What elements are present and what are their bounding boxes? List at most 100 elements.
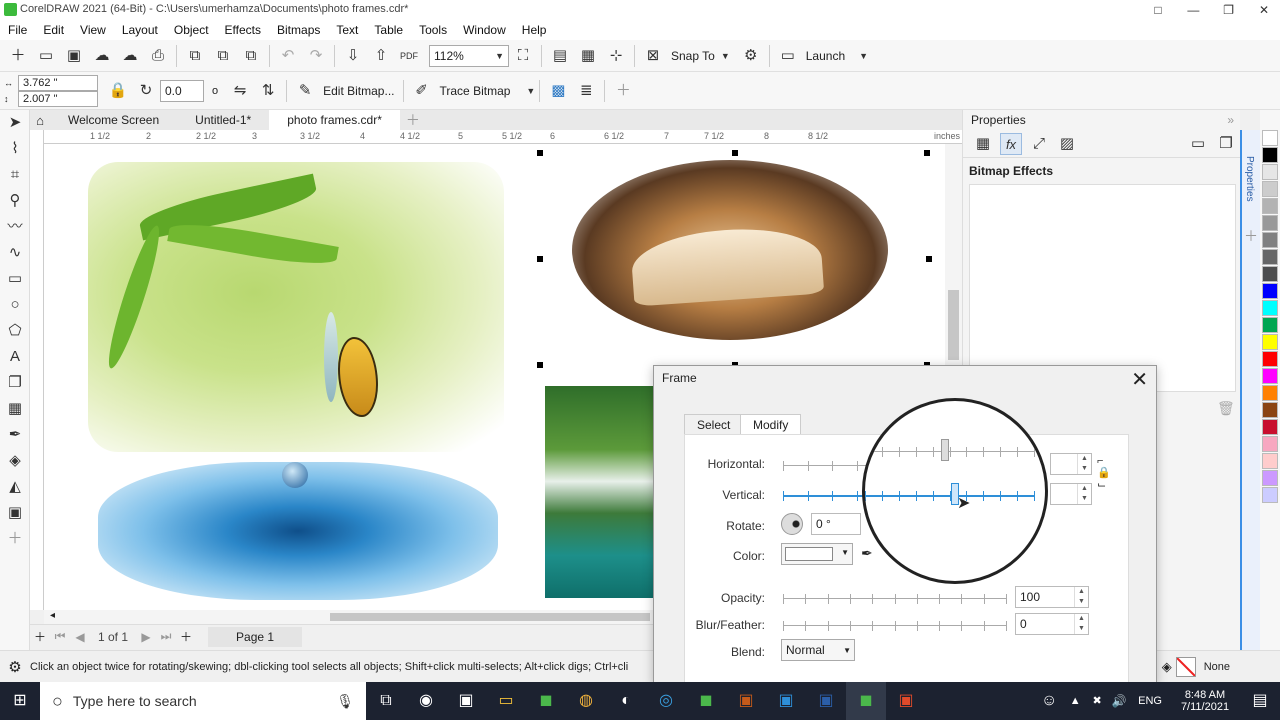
chevron-down-icon[interactable]: ▼ <box>859 51 868 61</box>
palette-swatch[interactable] <box>1262 266 1278 282</box>
properties-side-tab[interactable]: Properties <box>1244 156 1255 202</box>
tab-select[interactable]: Select <box>684 414 744 434</box>
menu-table[interactable]: Table <box>366 20 411 40</box>
maximize-button[interactable]: ❐ <box>1213 0 1245 20</box>
palette-swatch[interactable] <box>1262 181 1278 197</box>
add-page-before-icon[interactable]: ＋ <box>30 628 50 645</box>
add-page-after-icon[interactable]: ＋ <box>176 628 196 645</box>
corel-app-icon[interactable]: ◼ <box>526 682 566 720</box>
palette-swatch[interactable] <box>1262 470 1278 486</box>
clock[interactable]: 8:48 AM 7/11/2021 <box>1170 689 1240 713</box>
bridge-icon[interactable]: ▣ <box>726 682 766 720</box>
windows-start-icon[interactable]: ⊞ <box>0 682 40 720</box>
palette-swatch[interactable] <box>1262 130 1278 146</box>
redo-icon[interactable]: ↷ <box>305 45 327 67</box>
palette-swatch[interactable] <box>1262 283 1278 299</box>
palette-swatch[interactable] <box>1262 487 1278 503</box>
add-icon[interactable]: ＋ <box>612 80 634 102</box>
palette-swatch[interactable] <box>1262 453 1278 469</box>
menu-file[interactable]: File <box>0 20 35 40</box>
menu-layout[interactable]: Layout <box>114 20 166 40</box>
add-tool-icon[interactable]: ＋ <box>0 526 30 552</box>
close-icon[interactable]: ✕ <box>1131 367 1148 392</box>
vertical-ruler[interactable] <box>30 130 44 610</box>
text-tool-icon[interactable]: A <box>0 344 30 370</box>
edit-bitmap-icon[interactable]: ✎ <box>294 80 316 102</box>
artistic-media-icon[interactable]: ∿ <box>0 240 30 266</box>
export-icon[interactable]: ⇧ <box>370 45 392 67</box>
spin-arrows-icon[interactable]: ▲ ▼ <box>1077 484 1091 504</box>
lock-ratio-icon[interactable]: 🔒 <box>107 80 129 102</box>
palette-swatch[interactable] <box>1262 334 1278 350</box>
palette-swatch[interactable] <box>1262 164 1278 180</box>
corel-capture-icon[interactable]: ▣ <box>886 682 926 720</box>
chevron-down-icon[interactable]: ▼ <box>526 86 535 96</box>
smart-fill-icon[interactable]: ◭ <box>0 474 30 500</box>
task-view-icon[interactable]: ⧉ <box>366 682 406 720</box>
fill-properties-icon[interactable]: ▦ <box>972 133 994 155</box>
microphone-icon[interactable]: 🎙 <box>336 693 354 710</box>
ellipse-tool-icon[interactable]: ○ <box>0 292 30 318</box>
tab-modify[interactable]: Modify <box>740 414 802 434</box>
vertical-scroll-thumb[interactable] <box>948 290 959 360</box>
edge-icon[interactable]: ◎ <box>646 682 686 720</box>
paste-icon[interactable]: ⧉ <box>212 45 234 67</box>
options-gear-icon[interactable]: ⚙ <box>740 45 762 67</box>
link-aspect-icon[interactable]: ⌐ 🔒 ⌙ <box>1097 455 1111 491</box>
app-icon-1[interactable]: ◉ <box>406 682 446 720</box>
show-guidelines-icon[interactable]: ⊹ <box>605 45 627 67</box>
chrome-icon[interactable]: ◍ <box>566 682 606 720</box>
fill-indicator-icon[interactable]: ◈ <box>1162 659 1172 675</box>
cut-icon[interactable]: ⧉ <box>240 45 262 67</box>
opacity-slider[interactable] <box>783 592 1007 606</box>
shape-tool-icon[interactable]: ⌇ <box>0 136 30 162</box>
transform-properties-icon[interactable]: ⤢ <box>1028 133 1050 155</box>
palette-swatch[interactable] <box>1262 249 1278 265</box>
coreldraw-taskbar-icon[interactable]: ◼ <box>686 682 726 720</box>
show-rulers-icon[interactable]: ▤ <box>549 45 571 67</box>
collapse-docker-icon[interactable]: » <box>1227 113 1234 127</box>
nature-photo-frame[interactable] <box>88 162 504 600</box>
show-grid-icon[interactable]: ▦ <box>577 45 599 67</box>
menu-window[interactable]: Window <box>455 20 514 40</box>
palette-swatch[interactable] <box>1262 198 1278 214</box>
trash-icon[interactable]: 🗑 <box>1217 400 1235 417</box>
notifications-icon[interactable]: ▤ <box>1240 682 1280 720</box>
wrap-text-icon[interactable]: ≣ <box>575 80 597 102</box>
tab-untitled-1[interactable]: Untitled-1* <box>177 110 269 130</box>
menu-view[interactable]: View <box>72 20 114 40</box>
color-picker[interactable]: ▼ <box>781 543 853 565</box>
spin-arrows-icon[interactable]: ▲ ▼ <box>1074 587 1088 607</box>
copy-icon[interactable]: ⧉ <box>184 45 206 67</box>
download-cloud-icon[interactable]: ☁ <box>119 45 141 67</box>
bitmap-properties-icon[interactable]: ▨ <box>1056 133 1078 155</box>
waterfall-image[interactable] <box>545 386 655 598</box>
rectangle-tool-icon[interactable]: ▭ <box>0 266 30 292</box>
horizontal-scroll-thumb[interactable] <box>330 613 650 621</box>
new-tab-icon[interactable]: ＋ <box>400 110 426 130</box>
chevron-down-icon[interactable]: ▼ <box>721 51 730 61</box>
palette-swatch[interactable] <box>1262 215 1278 231</box>
word-icon[interactable]: ▣ <box>806 682 846 720</box>
volume-icon[interactable]: 🔊 <box>1108 682 1130 720</box>
save-icon[interactable]: ▣ <box>63 45 85 67</box>
open-folder-icon[interactable]: ▭ <box>35 45 57 67</box>
transparency-tool-icon[interactable]: ▦ <box>0 396 30 422</box>
opacity-input[interactable]: 100 ▲ ▼ <box>1015 586 1089 608</box>
palette-swatch[interactable] <box>1262 436 1278 452</box>
zoom-to-page-icon[interactable]: ⛶ <box>512 45 534 67</box>
effects-fx-icon[interactable]: fx <box>1000 132 1022 155</box>
eyedropper-tool-icon[interactable]: ✒ <box>0 422 30 448</box>
palette-swatch[interactable] <box>1262 300 1278 316</box>
selection-handle[interactable] <box>732 150 738 156</box>
spin-arrows-icon[interactable]: ▲ ▼ <box>1077 454 1091 474</box>
tab-welcome-screen[interactable]: Welcome Screen <box>50 110 177 130</box>
print-icon[interactable]: ⎙ <box>147 45 169 67</box>
coreldraw-active-icon[interactable]: ◼ <box>846 682 886 720</box>
mirror-horizontal-icon[interactable]: ⇋ <box>229 80 251 102</box>
store-icon[interactable]: ▣ <box>446 682 486 720</box>
add-docker-icon[interactable]: ＋ <box>1244 226 1258 246</box>
blend-mode-select[interactable]: Normal ▼ <box>781 639 855 661</box>
selection-handle[interactable] <box>537 362 543 368</box>
pdf-icon[interactable]: PDF <box>398 45 420 67</box>
